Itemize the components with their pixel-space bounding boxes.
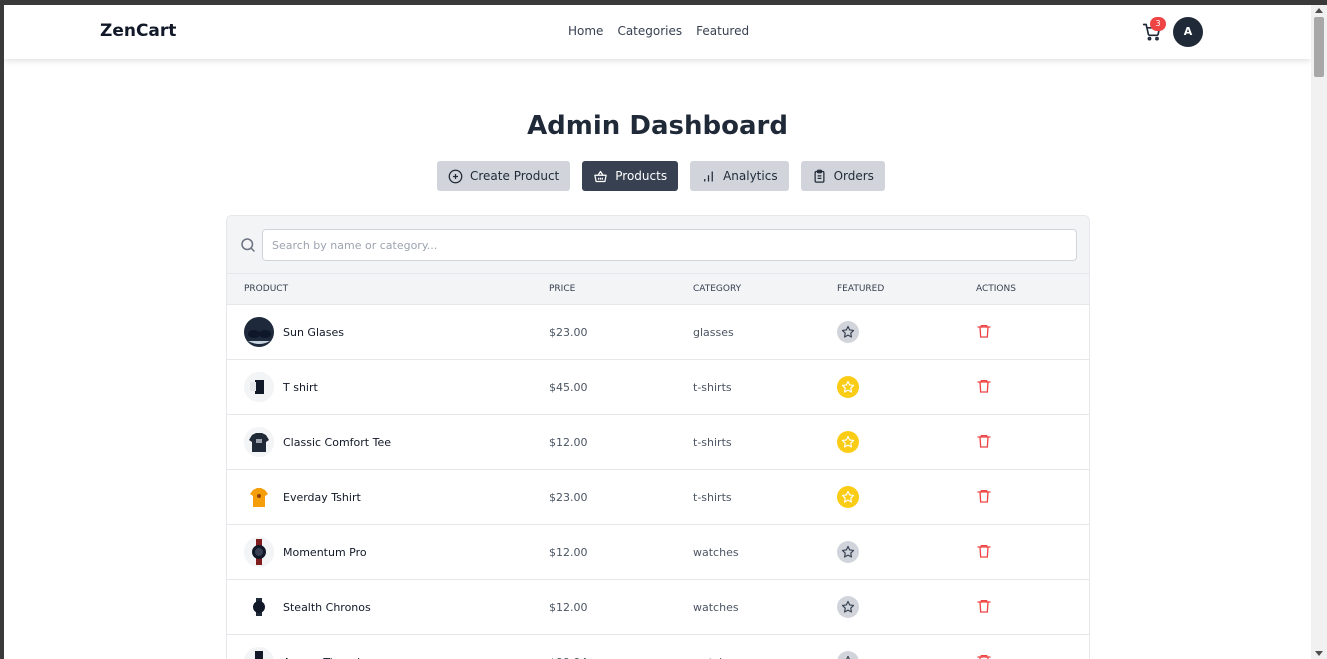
product-price: $23.00	[549, 491, 588, 504]
tab-products[interactable]: Products	[582, 161, 679, 191]
table-header: PRODUCT PRICE CATEGORY FEATURED ACTIONS	[227, 274, 1089, 305]
browser-viewport: ZenCart Home Categories Featured 3 A Adm…	[4, 5, 1311, 659]
product-thumbnail	[244, 372, 274, 402]
tab-label: Analytics	[723, 169, 778, 183]
star-icon	[841, 545, 855, 558]
star-icon	[841, 380, 855, 393]
table-row: Aurora Timepiece$99.94watches	[227, 635, 1089, 659]
product-category: t-shirts	[693, 436, 732, 449]
product-price: $12.00	[549, 546, 588, 559]
product-thumbnail	[244, 427, 274, 457]
toggle-featured-button[interactable]	[837, 486, 859, 508]
scroll-down-arrow[interactable]	[1315, 651, 1323, 656]
trash-icon[interactable]	[976, 542, 992, 560]
product-category: watches	[693, 546, 739, 559]
user-avatar[interactable]: A	[1173, 17, 1203, 47]
toggle-featured-button[interactable]	[837, 651, 859, 659]
toggle-featured-button[interactable]	[837, 321, 859, 343]
plus-circle-icon	[448, 169, 463, 183]
table-row: Everday Tshirt $23.00 t-shirts	[227, 470, 1089, 525]
trash-icon[interactable]	[976, 487, 992, 505]
product-category: glasses	[693, 326, 734, 339]
tab-analytics[interactable]: Analytics	[690, 161, 789, 191]
trash-icon[interactable]	[976, 597, 992, 615]
trash-icon[interactable]	[976, 432, 992, 450]
dashboard-tabs: Create Product Products Analytics Orders	[437, 161, 885, 191]
column-header-price[interactable]: PRICE	[549, 284, 575, 294]
table-row: Sun Glases $23.00 glasses	[227, 305, 1089, 360]
product-category: watches	[693, 601, 739, 614]
star-icon	[841, 435, 855, 448]
product-thumbnail	[244, 537, 274, 567]
basket-icon	[594, 170, 607, 182]
product-price: $23.00	[549, 326, 588, 339]
product-name: Everday Tshirt	[283, 491, 361, 504]
product-name: T shirt	[283, 381, 318, 394]
toggle-featured-button[interactable]	[837, 376, 859, 398]
products-panel: PRODUCT PRICE CATEGORY FEATURED ACTIONS …	[226, 215, 1090, 659]
product-thumbnail	[244, 647, 274, 659]
table-row: Classic Comfort Tee $12.00 t-shirts	[227, 415, 1089, 470]
search-bar	[227, 216, 1089, 274]
column-header-featured[interactable]: FEATURED	[837, 284, 884, 294]
product-name: Classic Comfort Tee	[283, 436, 391, 449]
tab-label: Create Product	[470, 169, 560, 183]
top-navbar: ZenCart Home Categories Featured 3 A	[4, 5, 1311, 59]
product-category: t-shirts	[693, 381, 732, 394]
product-price: $12.00	[549, 601, 588, 614]
product-thumbnail	[244, 317, 274, 347]
page-scrollbar[interactable]	[1311, 5, 1327, 659]
table-row: T shirt $45.00 t-shirts	[227, 360, 1089, 415]
product-name: Momentum Pro	[283, 546, 367, 559]
nav-featured-link[interactable]: Featured	[696, 24, 749, 38]
toggle-featured-button[interactable]	[837, 541, 859, 563]
scroll-up-arrow[interactable]	[1315, 8, 1323, 13]
column-header-product[interactable]: PRODUCT	[244, 284, 288, 294]
table-row: Momentum Pro $12.00 watches	[227, 525, 1089, 580]
scrollbar-thumb[interactable]	[1314, 17, 1324, 77]
toggle-featured-button[interactable]	[837, 596, 859, 618]
table-row: Stealth Chronos $12.00 watches	[227, 580, 1089, 635]
tab-orders[interactable]: Orders	[800, 161, 885, 191]
main-nav: Home Categories Featured	[568, 24, 749, 38]
nav-categories-link[interactable]: Categories	[617, 24, 682, 38]
clipboard-icon	[814, 169, 825, 183]
tab-create-product[interactable]: Create Product	[437, 161, 571, 191]
nav-home-link[interactable]: Home	[568, 24, 603, 38]
brand-logo[interactable]: ZenCart	[100, 21, 176, 41]
table-body: Sun Glases $23.00 glasses T shirt $45.00 t-sh…	[227, 305, 1089, 659]
column-header-actions: ACTIONS	[976, 284, 1016, 294]
star-icon	[846, 655, 850, 659]
bar-chart-icon	[704, 171, 713, 181]
page-title: Admin Dashboard	[527, 111, 788, 141]
toggle-featured-button[interactable]	[837, 431, 859, 453]
product-name: Sun Glases	[283, 326, 344, 339]
product-price: $12.00	[549, 436, 588, 449]
trash-icon[interactable]	[976, 652, 992, 659]
column-header-category[interactable]: CATEGORY	[693, 284, 741, 294]
product-price: $45.00	[549, 381, 588, 394]
product-name: Stealth Chronos	[283, 601, 371, 614]
search-input[interactable]	[262, 229, 1077, 261]
product-thumbnail	[244, 592, 274, 622]
product-category: t-shirts	[693, 491, 732, 504]
star-icon	[841, 490, 855, 503]
star-icon	[841, 600, 855, 613]
search-icon	[241, 238, 255, 252]
trash-icon[interactable]	[976, 377, 992, 395]
trash-icon[interactable]	[976, 322, 992, 340]
star-icon	[841, 325, 855, 338]
tab-label: Products	[615, 169, 668, 183]
product-thumbnail	[244, 482, 274, 512]
cart-count-badge: 3	[1150, 17, 1166, 31]
tab-label: Orders	[833, 169, 874, 183]
